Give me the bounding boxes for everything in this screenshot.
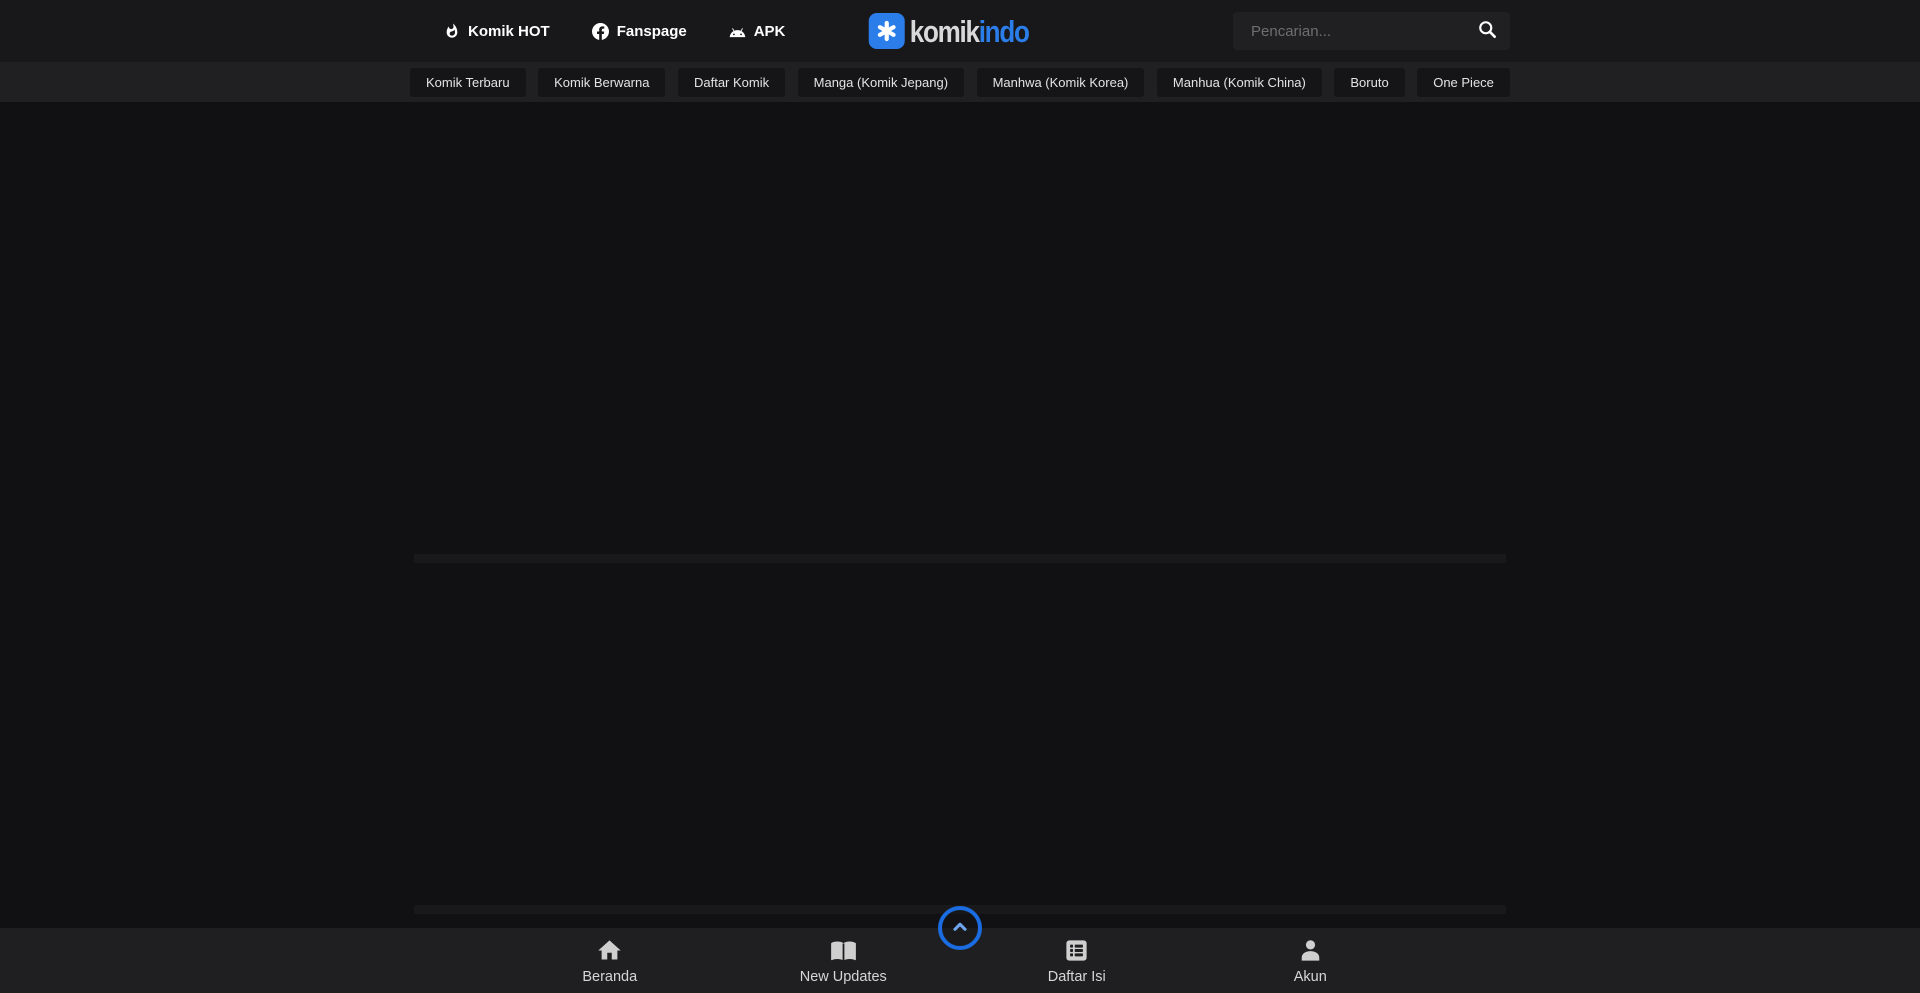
bottom-nav-label: New Updates	[800, 969, 887, 985]
menu-item-label: APK	[754, 23, 786, 40]
bottom-nav-beranda[interactable]: Beranda	[493, 928, 727, 993]
menu-item-fanspage[interactable]: Fanspage	[592, 23, 687, 40]
header-bar: Komik HOT Fanspage APK komikindo	[0, 0, 1920, 62]
flame-icon	[444, 23, 460, 39]
header-container: Komik HOT Fanspage APK komikindo	[410, 0, 1510, 62]
menu-item-komik-hot[interactable]: Komik HOT	[444, 23, 550, 40]
top-menu: Komik HOT Fanspage APK	[410, 23, 785, 40]
komikindo-asterisk-icon	[869, 13, 905, 49]
nav-button-komik-berwarna[interactable]: Komik Berwarna	[538, 68, 665, 97]
nav-button-one-piece[interactable]: One Piece	[1417, 68, 1510, 97]
site-logo[interactable]: komikindo	[869, 13, 1052, 49]
main-content	[0, 102, 1920, 928]
open-book-icon	[830, 937, 857, 964]
bottom-nav-label: Daftar Isi	[1048, 969, 1106, 985]
bottom-nav-akun[interactable]: Akun	[1194, 928, 1428, 993]
logo-text-primary: komik	[910, 14, 979, 49]
search-icon	[1477, 19, 1498, 43]
search-button[interactable]	[1477, 19, 1498, 43]
nav-button-manga-jepang[interactable]: Manga (Komik Jepang)	[798, 68, 964, 97]
chevron-up-icon	[949, 916, 971, 941]
home-icon	[596, 937, 623, 964]
bottom-nav-label: Beranda	[582, 969, 637, 985]
scroll-to-top-button[interactable]	[938, 906, 982, 950]
nav-button-manhwa-korea[interactable]: Manhwa (Komik Korea)	[977, 68, 1145, 97]
facebook-icon	[592, 23, 609, 40]
menu-item-apk[interactable]: APK	[729, 23, 786, 40]
nav-button-komik-terbaru[interactable]: Komik Terbaru	[410, 68, 526, 97]
category-navbar-container: Komik Terbaru Komik Berwarna Daftar Komi…	[410, 62, 1510, 102]
search-box	[1233, 12, 1510, 50]
bottom-nav-daftar-isi[interactable]: Daftar Isi	[960, 928, 1194, 993]
category-navbar: Komik Terbaru Komik Berwarna Daftar Komi…	[0, 62, 1920, 102]
search-input[interactable]	[1249, 22, 1469, 41]
content-placeholder-bar	[414, 554, 1506, 563]
menu-item-label: Komik HOT	[468, 23, 550, 40]
user-icon	[1297, 937, 1324, 964]
nav-button-manhua-china[interactable]: Manhua (Komik China)	[1157, 68, 1322, 97]
bottom-nav-label: Akun	[1294, 969, 1327, 985]
logo-text: komikindo	[910, 16, 1029, 47]
menu-item-label: Fanspage	[617, 23, 687, 40]
nav-button-daftar-komik[interactable]: Daftar Komik	[678, 68, 785, 97]
bottom-nav-new-updates[interactable]: New Updates	[727, 928, 961, 993]
android-icon	[729, 23, 746, 40]
list-icon	[1063, 937, 1090, 964]
nav-button-boruto[interactable]: Boruto	[1334, 68, 1404, 97]
logo-text-accent: indo	[979, 14, 1029, 49]
